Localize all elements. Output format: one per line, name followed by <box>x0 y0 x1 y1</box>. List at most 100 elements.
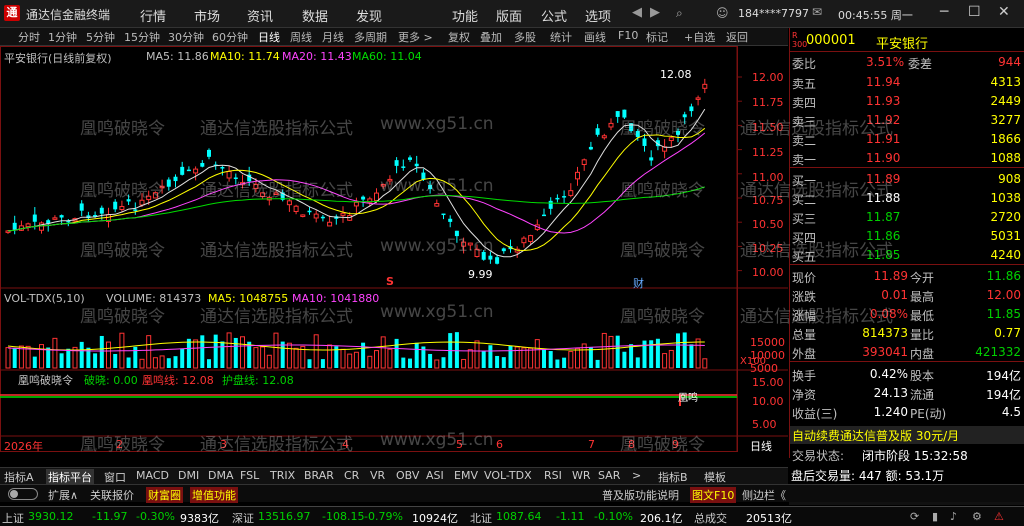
tab-wealth-circle[interactable]: 财富圈 <box>146 487 183 503</box>
toolbar-more[interactable]: 更多 > <box>398 29 433 45</box>
menu-item-xuanxiang[interactable]: 选项 <box>585 6 611 25</box>
bid-row[interactable]: 买五 11.85 4240 <box>790 247 1024 265</box>
toolbar-back[interactable]: 返回 <box>726 29 748 45</box>
tab-cr[interactable]: CR <box>344 469 359 482</box>
ask-row[interactable]: 卖五 11.94 4313 <box>790 74 1024 92</box>
marker-s[interactable]: S <box>386 275 394 288</box>
user-icon[interactable]: ☺ <box>716 6 729 20</box>
tab-brar[interactable]: BRAR <box>304 469 334 482</box>
tab-zhibiao-a[interactable]: 指标A <box>4 469 34 485</box>
toolbar-1min[interactable]: 1分钟 <box>48 29 77 45</box>
menu-item-zixun[interactable]: 资讯 <box>247 6 273 25</box>
toolbar-30min[interactable]: 30分钟 <box>168 29 204 45</box>
tab-trix[interactable]: TRIX <box>270 469 295 482</box>
tab-template[interactable]: 模板 <box>704 469 726 485</box>
tab-expand[interactable]: 扩展∧ <box>48 487 78 503</box>
volume-bar <box>5 347 11 369</box>
toolbar-5min[interactable]: 5分钟 <box>86 29 115 45</box>
tab-macd[interactable]: MACD <box>136 469 169 482</box>
toggle-switch[interactable] <box>8 488 38 500</box>
toolbar-huaxian[interactable]: 画线 <box>584 29 606 45</box>
tab-sar[interactable]: SAR <box>598 469 620 482</box>
promo-banner[interactable]: 自动续费通达信普及版 30元/月 <box>790 426 1024 444</box>
ask-row[interactable]: 卖一 11.90 1088 <box>790 150 1024 168</box>
tab-sidebar[interactable]: 侧边栏《 <box>742 487 786 503</box>
tab-feature-desc[interactable]: 普及版功能说明 <box>602 487 679 503</box>
settings-icon[interactable]: ⚙ <box>972 510 982 523</box>
chart-area[interactable]: 平安银行(日线前复权) MA5: 11.86 MA10: 11.74 MA20:… <box>0 46 788 453</box>
menu-item-banmian[interactable]: 版面 <box>496 6 522 25</box>
candle-body <box>327 221 333 227</box>
kline-chart-svg[interactable] <box>0 46 788 452</box>
minimize-icon[interactable]: ─ <box>940 4 948 20</box>
tab-emv[interactable]: EMV <box>454 469 478 482</box>
volume-bar <box>273 332 279 369</box>
bid-row[interactable]: 买三 11.87 2720 <box>790 209 1024 227</box>
menu-item-faxian[interactable]: 发现 <box>356 6 382 25</box>
promo-text[interactable]: 自动续费通达信普及版 30元/月 <box>792 427 959 444</box>
toolbar-tongji[interactable]: 统计 <box>550 29 572 45</box>
toolbar-duogu[interactable]: 多股 <box>514 29 536 45</box>
volume-bar <box>528 347 534 369</box>
toolbar-weekly[interactable]: 周线 <box>290 29 312 45</box>
candle-body <box>622 109 627 118</box>
toolbar-diejia[interactable]: 叠加 <box>480 29 502 45</box>
toolbar-fuquan[interactable]: 复权 <box>448 29 470 45</box>
menu-item-gongshi[interactable]: 公式 <box>541 6 567 25</box>
bid-row[interactable]: 买二 11.88 1038 <box>790 190 1024 208</box>
toolbar-monthly[interactable]: 月线 <box>322 29 344 45</box>
maximize-icon[interactable]: ☐ <box>968 4 981 20</box>
bid-row[interactable]: 买一 11.89 908 <box>790 171 1024 189</box>
mail-icon[interactable]: ✉ <box>812 5 822 19</box>
tab-zhibiao-pingtai[interactable]: 指标平台 <box>46 469 94 485</box>
tab-fsl[interactable]: FSL <box>240 469 259 482</box>
close-icon[interactable]: ✕ <box>998 4 1010 20</box>
tab-wr[interactable]: WR <box>572 469 591 482</box>
ask-row[interactable]: 卖二 11.91 1866 <box>790 131 1024 149</box>
menu-item-shichang[interactable]: 市场 <box>194 6 220 25</box>
tab-asi[interactable]: ASI <box>426 469 444 482</box>
tab-dma[interactable]: DMA <box>208 469 234 482</box>
tab-zhibiao-b[interactable]: 指标B <box>658 469 688 485</box>
refresh-icon[interactable]: ⟳ <box>910 510 919 523</box>
tab-rsi[interactable]: RSI <box>544 469 562 482</box>
menu-item-hangqing[interactable]: 行情 <box>140 6 166 25</box>
stat2-value: 1.240 <box>873 405 908 419</box>
bell-icon[interactable]: ♪ <box>950 510 957 523</box>
tab-window[interactable]: 窗口 <box>104 469 126 485</box>
toolbar-60min[interactable]: 60分钟 <box>212 29 248 45</box>
user-account[interactable]: 184****7797 <box>738 7 809 20</box>
volume-bar <box>387 348 393 369</box>
volume-bar <box>99 335 104 368</box>
tab-dmi[interactable]: DMI <box>178 469 199 482</box>
sz-index-label[interactable]: 深证 <box>232 510 254 526</box>
bz-index-label[interactable]: 北证 <box>470 510 492 526</box>
tab-obv[interactable]: OBV <box>396 469 419 482</box>
toolbar-f10[interactable]: F10 <box>618 29 638 42</box>
toolbar-biaoji[interactable]: 标记 <box>646 29 668 45</box>
back-arrow-icon[interactable]: ◀ <box>632 5 642 20</box>
menu-item-shuju[interactable]: 数据 <box>302 6 328 25</box>
ask-row[interactable]: 卖四 11.93 2449 <box>790 93 1024 111</box>
bid-row[interactable]: 买四 11.86 5031 <box>790 228 1024 246</box>
xaxis-month: 4 <box>342 438 349 451</box>
marker-cai[interactable]: 财 <box>633 275 644 291</box>
volume-bar <box>461 358 467 369</box>
ask-row[interactable]: 卖三 11.92 3277 <box>790 112 1024 130</box>
menu-item-gongneng[interactable]: 功能 <box>452 6 478 25</box>
toolbar-15min[interactable]: 15分钟 <box>124 29 160 45</box>
toolbar-fenshi[interactable]: 分时 <box>18 29 40 45</box>
sh-index-label[interactable]: 上证 <box>2 510 24 526</box>
toolbar-add-favorite[interactable]: +自选 <box>684 29 715 45</box>
tab-related-quote[interactable]: 关联报价 <box>90 487 134 503</box>
tab-vol-tdx[interactable]: VOL-TDX <box>484 469 532 482</box>
forward-arrow-icon[interactable]: ▶ <box>650 5 660 20</box>
toolbar-multi-period[interactable]: 多周期 <box>354 29 387 45</box>
toolbar-daily[interactable]: 日线 <box>258 29 280 45</box>
search-icon[interactable]: ⌕ <box>676 6 683 21</box>
tab-value-added[interactable]: 增值功能 <box>190 487 238 503</box>
tab-more-arrow[interactable]: > <box>632 469 641 482</box>
alert-icon[interactable]: ⚠ <box>994 510 1004 523</box>
tab-f10-graphic[interactable]: 图文F10 <box>690 487 737 503</box>
tab-vr[interactable]: VR <box>370 469 385 482</box>
